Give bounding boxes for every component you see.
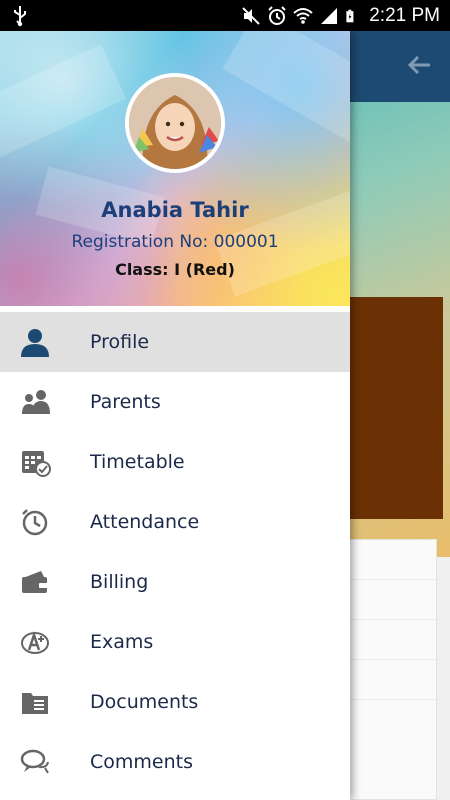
clock-time: 2:21 PM (369, 4, 440, 26)
menu-item-parents[interactable]: Parents (0, 372, 350, 432)
menu-item-label: Timetable (90, 451, 185, 473)
list-item[interactable] (341, 580, 436, 620)
wallet-icon (18, 565, 52, 599)
header-decoration (0, 44, 127, 158)
list-item[interactable] (341, 620, 436, 660)
drawer-menu: Profile Parents Timetable Attendance Bil… (0, 312, 350, 792)
list-item[interactable] (341, 540, 436, 580)
class-value: I (Red) (174, 260, 235, 279)
signal-icon (321, 7, 338, 24)
grade-icon (18, 625, 52, 659)
avatar[interactable] (125, 73, 225, 173)
menu-item-label: Comments (90, 751, 193, 773)
child-portrait-icon (129, 77, 221, 169)
class-label: Class: (115, 260, 169, 279)
status-bar: 2:21 PM (0, 0, 450, 31)
navigation-drawer: Anabia Tahir Registration No: 000001 Cla… (0, 31, 350, 800)
menu-item-label: Attendance (90, 511, 200, 533)
class-info: Class: I (Red) (0, 260, 350, 279)
comments-icon (18, 745, 52, 779)
menu-item-label: Exams (90, 631, 154, 653)
list-item[interactable] (341, 660, 436, 700)
menu-item-label: Billing (90, 571, 149, 593)
timetable-icon (18, 445, 52, 479)
alarm-icon (268, 5, 286, 25)
menu-item-label: Parents (90, 391, 161, 413)
mute-icon (242, 6, 260, 25)
menu-item-profile[interactable]: Profile (0, 312, 350, 372)
back-arrow-icon[interactable] (404, 49, 436, 81)
menu-item-label: Documents (90, 691, 199, 713)
menu-item-timetable[interactable]: Timetable (0, 432, 350, 492)
menu-item-label: Profile (90, 331, 150, 353)
registration-label: Registration No: (71, 232, 209, 252)
registration-number: Registration No: 000001 (0, 232, 350, 252)
menu-item-attendance[interactable]: Attendance (0, 492, 350, 552)
parents-icon (18, 385, 52, 419)
menu-item-documents[interactable]: Documents (0, 672, 350, 732)
header-decoration (222, 31, 350, 144)
menu-item-comments[interactable]: Comments (0, 732, 350, 792)
person-icon (18, 325, 52, 359)
folder-icon (18, 685, 52, 719)
menu-item-billing[interactable]: Billing (0, 552, 350, 612)
clock-icon (18, 505, 52, 539)
drawer-header: Anabia Tahir Registration No: 000001 Cla… (0, 31, 350, 306)
app-list (340, 539, 437, 800)
usb-icon (14, 5, 26, 26)
battery-icon (346, 9, 354, 22)
wifi-icon (293, 7, 313, 24)
registration-value: 000001 (213, 232, 279, 252)
menu-item-exams[interactable]: Exams (0, 612, 350, 672)
user-name: Anabia Tahir (101, 198, 249, 222)
